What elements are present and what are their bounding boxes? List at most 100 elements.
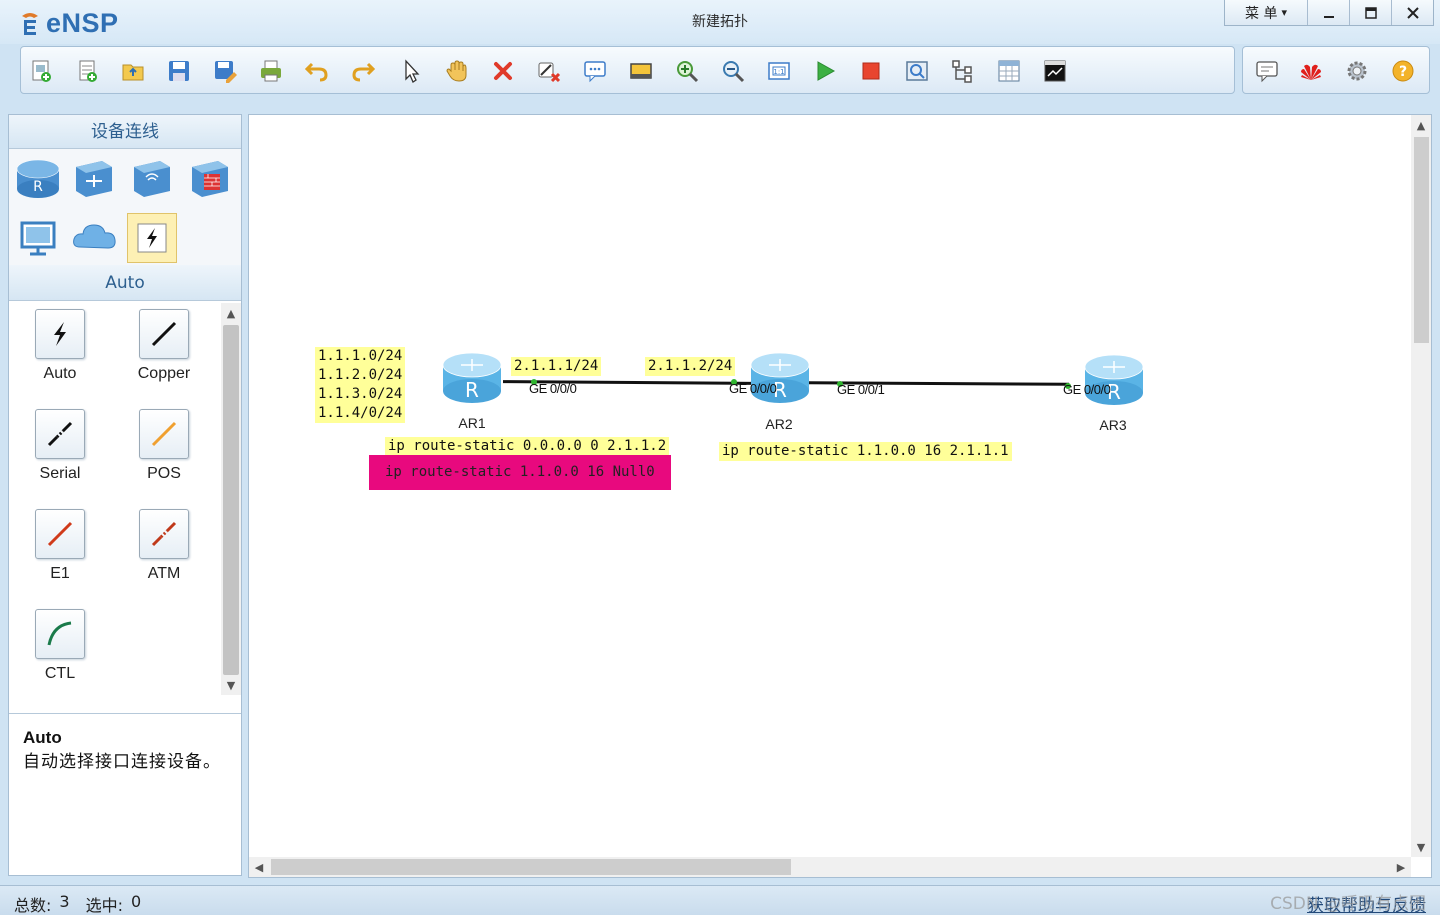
save-as-button[interactable] [211,57,239,85]
watermark: CSDN @呼吸有点困 [1270,894,1426,914]
start-devices-button[interactable] [811,57,839,85]
cable-serial[interactable]: Serial [15,401,105,493]
text-note-button[interactable] [581,57,609,85]
topology-button[interactable] [949,57,977,85]
topology-canvas[interactable]: 1.1.1.0/24 1.1.2.0/24 1.1.3.0/24 1.1.4/0… [249,115,1411,857]
scroll-down-icon[interactable]: ▼ [1411,837,1431,857]
save-button[interactable] [165,57,193,85]
connection-auto-icon [137,223,167,253]
text-note-icon [584,61,606,83]
forum-button[interactable] [1253,57,1281,85]
help-button[interactable]: ? [1389,57,1417,85]
cable-e1[interactable]: E1 [15,501,105,593]
pan-button[interactable] [443,57,471,85]
auto-cable-icon [35,309,85,359]
wireless-ap-icon [134,161,170,197]
grid-button[interactable] [995,57,1023,85]
router-ar2[interactable]: R [749,351,811,407]
undo-icon [304,62,328,82]
ar2-route-note[interactable]: ip route-static 1.1.0.0 16 2.1.1.1 [719,442,1012,461]
scroll-down-icon[interactable]: ▼ [221,675,241,695]
ar1-ip-note[interactable]: 2.1.1.1/24 [511,357,602,376]
ar2-ip-note[interactable]: 2.1.1.2/24 [645,357,736,376]
ctl-cable-icon [35,609,85,659]
scroll-thumb[interactable] [271,859,791,875]
copper-cable-icon [139,309,189,359]
huawei-button[interactable] [1297,57,1325,85]
scroll-thumb[interactable] [1414,137,1429,343]
scroll-up-icon[interactable]: ▲ [221,303,241,323]
svg-text:R: R [33,179,43,195]
cable-label: Serial [39,465,81,482]
category-connection[interactable] [127,213,177,263]
cable-atm[interactable]: ATM [119,501,209,593]
right-toolbar: ? [1242,46,1430,94]
desc-text: 自动选择接口连接设备。 [23,752,221,772]
play-icon [817,61,836,81]
open-button[interactable] [119,57,147,85]
print-button[interactable] [257,57,285,85]
svg-text:R: R [465,378,479,402]
delete-button[interactable] [489,57,517,85]
menu-button[interactable]: 菜 单 ▾ [1225,0,1307,25]
menu-label: 菜 单 [1245,5,1278,22]
minimize-button[interactable] [1307,0,1349,25]
save-icon [169,61,189,81]
pc-icon [20,221,56,256]
redo-button[interactable] [349,57,377,85]
cable-label: Copper [137,365,191,382]
zoom-out-button[interactable] [719,57,747,85]
cable-list-scrollbar[interactable]: ▲ ▼ [221,303,241,695]
console-button[interactable] [1041,57,1069,85]
ar1-null-route-note[interactable]: ip route-static 1.1.0.0 16 Null0 [369,455,671,490]
palette-icon [630,63,652,79]
delete-link-button[interactable] [535,57,563,85]
hand-icon [446,60,467,82]
app-name: eNSP [46,7,119,38]
new-topology-button[interactable] [27,57,55,85]
serial-cable-icon [35,409,85,459]
category-cloud[interactable] [69,213,119,263]
zoom-in-button[interactable] [673,57,701,85]
cable-label: Auto [43,365,77,382]
canvas-horizontal-scrollbar[interactable]: ◀ ▶ [249,857,1411,877]
new-from-template-button[interactable] [73,57,101,85]
scroll-left-icon[interactable]: ◀ [249,857,269,877]
cable-pos[interactable]: POS [119,401,209,493]
menu-arrow-icon: ▾ [1281,6,1287,19]
capture-button[interactable] [903,57,931,85]
category-switch[interactable] [69,153,119,203]
fit-button[interactable]: 1:1 [765,57,793,85]
close-button[interactable] [1391,0,1433,25]
category-pc[interactable] [13,213,63,263]
pointer-icon [405,59,420,83]
port-label-ar2-ge001: GE 0/0/1 [837,382,885,397]
cable-ctl[interactable]: CTL [15,601,105,693]
category-firewall[interactable] [185,153,235,203]
undo-button[interactable] [303,57,331,85]
panel-header: 设备连线 [9,115,241,149]
ar1-default-route-note[interactable]: ip route-static 0.0.0.0 0 2.1.1.2 [385,437,670,456]
settings-button[interactable] [1343,57,1371,85]
firewall-icon [192,161,228,197]
desc-pointer [29,703,49,713]
selected-label: 选中: [85,896,123,915]
canvas-vertical-scrollbar[interactable]: ▲ ▼ [1411,115,1431,857]
select-button[interactable] [397,57,425,85]
router-ar3[interactable]: R [1083,353,1145,409]
scroll-thumb[interactable] [223,325,239,675]
cable-auto[interactable]: Auto [15,301,105,393]
svg-text:?: ? [1399,64,1407,80]
scroll-right-icon[interactable]: ▶ [1391,857,1411,877]
cable-list: Auto Copper Serial POS E1 ATM CTL [9,301,241,695]
category-router[interactable]: R [13,153,63,203]
category-wireless[interactable] [127,153,177,203]
maximize-button[interactable] [1349,0,1391,25]
cable-copper[interactable]: Copper [119,301,209,393]
scroll-up-icon[interactable]: ▲ [1411,115,1431,135]
capture-icon [906,61,928,81]
ar1-networks-note[interactable]: 1.1.1.0/24 1.1.2.0/24 1.1.3.0/24 1.1.4/0… [315,347,406,423]
stop-devices-button[interactable] [857,57,885,85]
palette-button[interactable] [627,57,655,85]
router-ar1[interactable]: R [441,351,503,407]
